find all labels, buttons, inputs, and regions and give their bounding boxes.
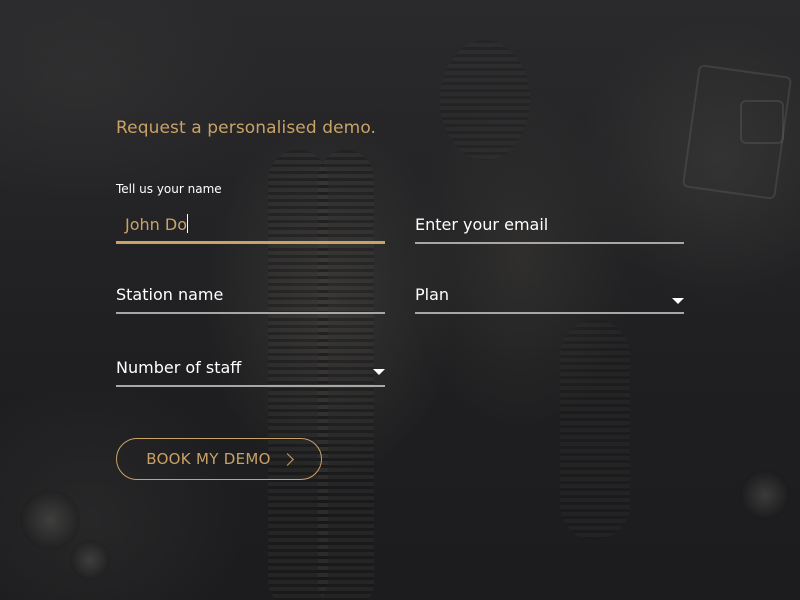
form-heading: Request a personalised demo. <box>116 118 377 138</box>
name-field[interactable]: Tell us your name John Do <box>116 182 385 244</box>
background-knob <box>20 490 80 550</box>
email-input-placeholder[interactable]: Enter your email <box>415 215 548 234</box>
plan-select[interactable]: Plan <box>415 254 684 314</box>
background-cable-lower <box>560 320 630 540</box>
name-field-label: Tell us your name <box>116 182 222 196</box>
plan-select-placeholder[interactable]: Plan <box>415 285 449 304</box>
name-input[interactable]: John Do <box>125 214 188 234</box>
book-my-demo-label: BOOK MY DEMO <box>146 450 271 468</box>
chevron-down-icon[interactable] <box>373 369 385 375</box>
background-panel-small <box>740 100 784 144</box>
background-knob <box>70 540 110 580</box>
chevron-right-icon <box>280 453 294 466</box>
station-name-field-underline <box>116 312 385 314</box>
text-cursor <box>186 214 188 233</box>
station-name-input-placeholder[interactable]: Station name <box>116 285 223 304</box>
email-field[interactable]: Enter your email <box>415 182 684 244</box>
name-field-underline <box>116 241 385 244</box>
station-name-field[interactable]: Station name <box>116 254 385 314</box>
name-input-value: John Do <box>125 215 187 234</box>
background-cable-top <box>440 40 530 160</box>
number-of-staff-select[interactable]: Number of staff <box>116 327 385 387</box>
book-my-demo-button[interactable]: BOOK MY DEMO <box>116 438 322 480</box>
plan-select-underline <box>415 312 684 314</box>
background-knob <box>740 470 790 520</box>
chevron-down-icon[interactable] <box>672 298 684 304</box>
number-of-staff-placeholder[interactable]: Number of staff <box>116 358 241 377</box>
email-field-underline <box>415 242 684 244</box>
number-of-staff-underline <box>116 385 385 387</box>
